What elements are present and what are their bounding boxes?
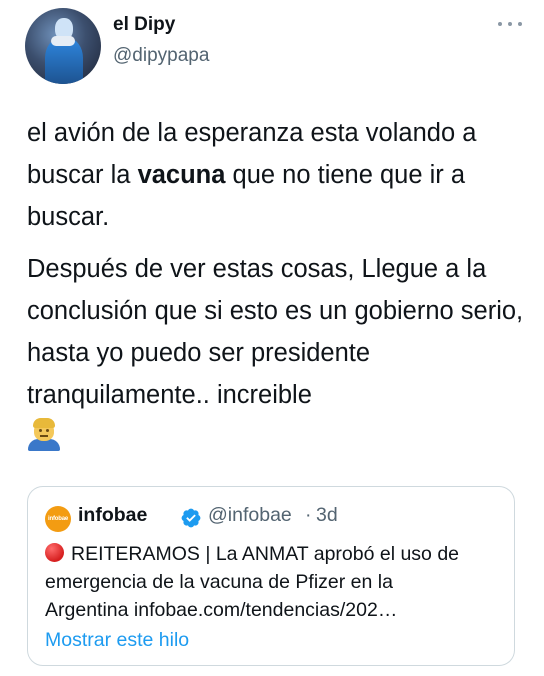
verified-badge-icon — [181, 508, 201, 528]
infobae-logo-icon[interactable]: infobae — [45, 506, 71, 532]
show-thread-link[interactable]: Mostrar este hilo — [45, 629, 189, 652]
quoted-tweet-card[interactable]: infobae infobae @infobae · 3d REITERAMOS… — [27, 486, 515, 666]
quoted-text-line-3[interactable]: Argentina infobae.com/tendencias/202… — [45, 596, 505, 624]
avatar[interactable] — [25, 8, 101, 84]
bold-word: vacuna — [137, 161, 226, 189]
tweet-paragraph-2: Después de ver estas cosas, Llegue a la … — [27, 248, 527, 458]
tweet: el Dipy @dipypapa el avión de la esperan… — [0, 0, 544, 676]
more-options-icon[interactable] — [498, 14, 522, 34]
author-display-name[interactable]: el Dipy — [113, 14, 175, 36]
author-handle[interactable]: @dipypapa — [113, 45, 209, 67]
quoted-handle[interactable]: @infobae — [208, 504, 292, 527]
quoted-tweet-text: REITERAMOS | La ANMAT aprobó el uso de e… — [45, 540, 505, 624]
quoted-text-line-1: REITERAMOS | La ANMAT aprobó el uso de — [45, 540, 505, 568]
separator-dot: · — [305, 504, 312, 526]
quoted-timestamp[interactable]: 3d — [316, 504, 338, 527]
tweet-text: el avión de la esperanza esta volando a … — [27, 112, 527, 458]
quoted-display-name[interactable]: infobae — [78, 504, 147, 527]
tweet-paragraph-1: el avión de la esperanza esta volando a … — [27, 119, 477, 231]
man-facepalming-emoji-icon — [27, 417, 61, 451]
red-circle-icon — [45, 543, 64, 562]
quoted-text-line-2: emergencia de la vacuna de Pfizer en la — [45, 571, 393, 593]
